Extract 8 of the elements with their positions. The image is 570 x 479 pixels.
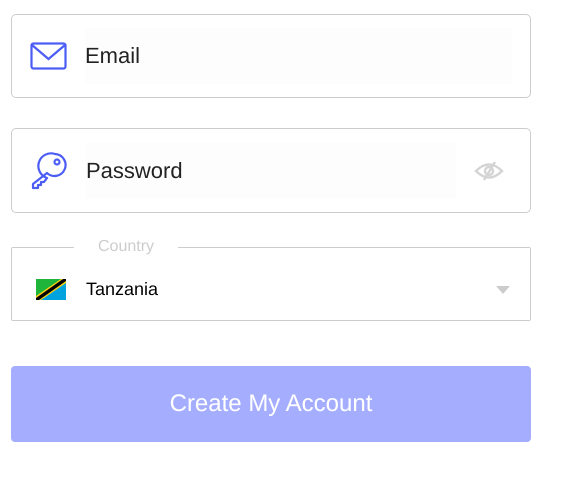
email-field[interactable]: Email [11,14,531,98]
password-field[interactable]: Password [11,128,531,213]
key-icon [30,152,68,190]
caret-icon [496,286,510,294]
country-value: Tanzania [86,278,160,301]
envelope-icon [30,42,67,70]
eye-slash-icon[interactable] [474,160,504,182]
flag-icon [36,279,66,300]
